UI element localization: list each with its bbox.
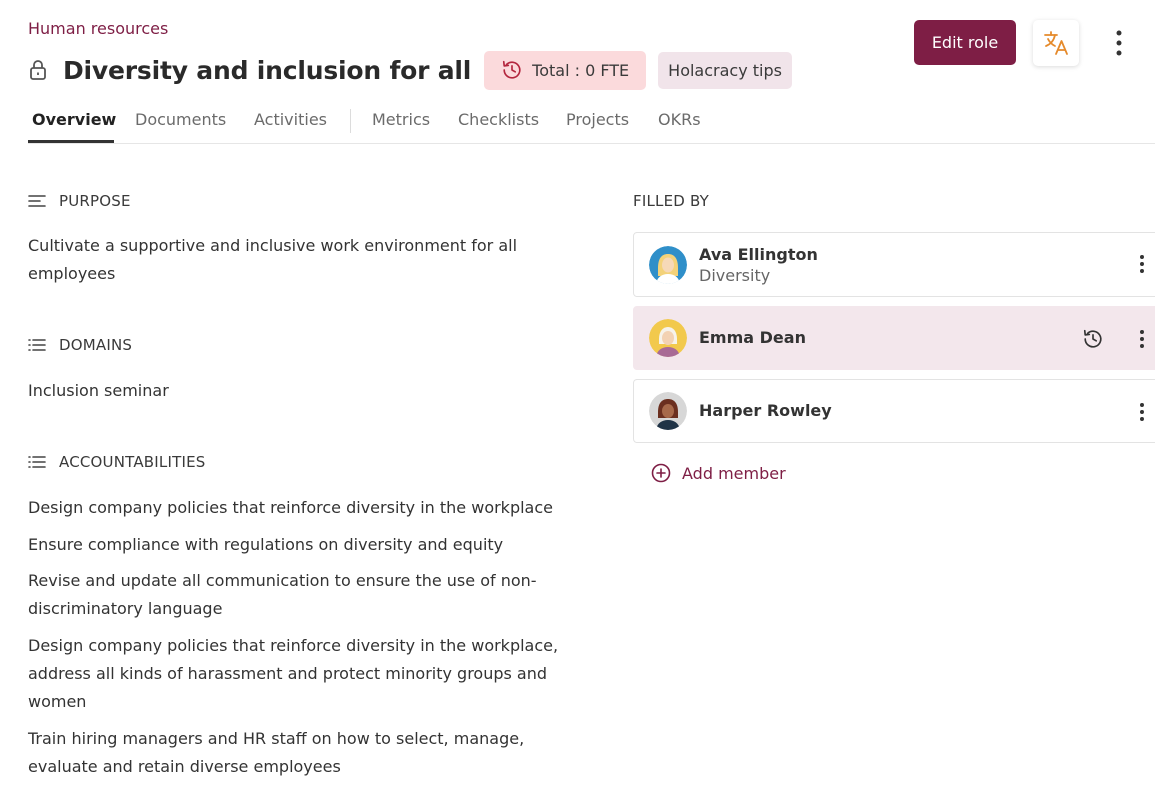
purpose-heading-label: PURPOSE bbox=[59, 192, 131, 210]
accountability-item: Design company policies that reinforce d… bbox=[28, 498, 553, 517]
add-circle-icon bbox=[651, 463, 671, 483]
holacracy-tips-badge[interactable]: Holacracy tips bbox=[658, 51, 792, 89]
accountability-item: Revise and update all communication to e… bbox=[28, 571, 537, 618]
lock-icon bbox=[28, 59, 50, 81]
tab-okrs[interactable]: OKRs bbox=[658, 110, 701, 129]
translate-icon bbox=[1044, 31, 1068, 55]
tab-divider bbox=[350, 109, 351, 133]
tab-metrics[interactable]: Metrics bbox=[372, 110, 430, 129]
member-card-ava-ellington[interactable]: Ava Ellington Diversity bbox=[633, 232, 1155, 297]
more-vertical-icon bbox=[1116, 30, 1122, 56]
member-more-button[interactable] bbox=[1132, 250, 1152, 278]
accountability-item: Design company policies that reinforce d… bbox=[28, 636, 559, 711]
active-tab-indicator bbox=[28, 140, 114, 143]
filled-by-heading: FILLED BY bbox=[633, 192, 709, 210]
add-member-button[interactable]: Add member bbox=[651, 463, 786, 483]
accountabilities-heading-label: ACCOUNTABILITIES bbox=[59, 453, 206, 471]
history-icon[interactable] bbox=[1081, 327, 1105, 351]
history-icon bbox=[503, 60, 521, 79]
tab-projects[interactable]: Projects bbox=[566, 110, 629, 129]
avatar bbox=[649, 246, 687, 284]
text-align-icon bbox=[28, 195, 46, 207]
avatar bbox=[649, 392, 687, 430]
list-icon bbox=[28, 456, 46, 468]
accountabilities-heading: ACCOUNTABILITIES bbox=[28, 453, 206, 471]
more-vertical-icon bbox=[1140, 330, 1144, 348]
domains-heading: DOMAINS bbox=[28, 336, 132, 354]
fte-badge[interactable]: Total : 0 FTE bbox=[484, 50, 647, 90]
purpose-text: Cultivate a supportive and inclusive wor… bbox=[28, 236, 518, 283]
member-more-button[interactable] bbox=[1132, 398, 1152, 426]
more-vertical-icon bbox=[1140, 255, 1144, 273]
page-title: Diversity and inclusion for all bbox=[63, 55, 472, 85]
list-icon bbox=[28, 339, 46, 351]
tab-documents[interactable]: Documents bbox=[135, 110, 226, 129]
accountability-item: Ensure compliance with regulations on di… bbox=[28, 535, 504, 554]
member-name: Ava Ellington bbox=[699, 245, 818, 264]
tab-bar: Overview Documents Activities Metrics Ch… bbox=[28, 100, 1155, 144]
edit-role-button[interactable]: Edit role bbox=[914, 20, 1016, 65]
title-row: Diversity and inclusion for all Total : … bbox=[28, 50, 792, 90]
avatar bbox=[649, 319, 687, 357]
member-more-button[interactable] bbox=[1132, 325, 1152, 353]
more-options-button[interactable] bbox=[1105, 28, 1133, 58]
add-member-label: Add member bbox=[682, 463, 786, 483]
member-card-harper-rowley[interactable]: Harper Rowley bbox=[633, 379, 1155, 443]
domains-heading-label: DOMAINS bbox=[59, 336, 133, 354]
fte-badge-label: Total : 0 FTE bbox=[532, 60, 630, 80]
domain-item: Inclusion seminar bbox=[28, 381, 169, 400]
member-role: Diversity bbox=[699, 266, 771, 285]
member-name: Harper Rowley bbox=[699, 401, 832, 420]
more-vertical-icon bbox=[1140, 403, 1144, 421]
breadcrumb[interactable]: Human resources bbox=[28, 19, 168, 38]
member-name: Emma Dean bbox=[699, 328, 806, 347]
accountability-item: Train hiring managers and HR staff on ho… bbox=[28, 729, 525, 776]
member-card-emma-dean[interactable]: Emma Dean bbox=[633, 306, 1155, 370]
tab-checklists[interactable]: Checklists bbox=[458, 110, 539, 129]
tab-activities[interactable]: Activities bbox=[254, 110, 327, 129]
purpose-heading: PURPOSE bbox=[28, 192, 131, 210]
translate-button[interactable] bbox=[1033, 20, 1079, 66]
tab-overview[interactable]: Overview bbox=[32, 110, 116, 129]
